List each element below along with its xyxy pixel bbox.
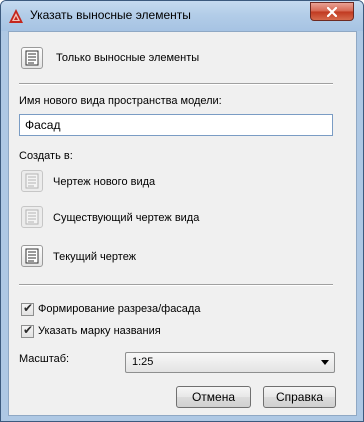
drawing-sheet-icon bbox=[25, 50, 39, 66]
separator bbox=[19, 284, 333, 286]
scale-select[interactable]: 1:25 bbox=[125, 352, 335, 373]
scale-label: Масштаб: bbox=[19, 353, 70, 365]
specify-label-label: Указать марку названия bbox=[38, 325, 161, 337]
close-button[interactable] bbox=[310, 2, 354, 21]
close-icon bbox=[327, 6, 337, 17]
generate-section-label: Формирование разреза/фасада bbox=[38, 303, 201, 315]
callout-only-label: Только выносные элементы bbox=[56, 52, 200, 64]
current-drawing-button[interactable] bbox=[21, 245, 43, 267]
new-view-drawing-label: Чертеж нового вида bbox=[53, 176, 156, 188]
chevron-down-icon bbox=[321, 360, 329, 365]
separator bbox=[19, 83, 333, 85]
current-drawing-label: Текущий чертеж bbox=[53, 251, 137, 263]
existing-view-drawing-label: Существующий чертеж вида bbox=[53, 212, 200, 224]
callout-only-button[interactable] bbox=[21, 47, 43, 69]
existing-view-drawing-button[interactable] bbox=[21, 206, 43, 228]
generate-section-checkbox[interactable]: ✔ bbox=[21, 301, 34, 316]
specify-label-checkbox[interactable]: ✔ bbox=[21, 323, 34, 338]
dialog-window: Указать выносные элементы Только выносны… bbox=[0, 0, 364, 422]
checkmark-icon: ✔ bbox=[23, 301, 34, 315]
cancel-button[interactable]: Отмена bbox=[176, 386, 251, 408]
drawing-sheet-icon bbox=[25, 248, 39, 264]
checkmark-icon: ✔ bbox=[23, 323, 34, 337]
new-view-drawing-button[interactable] bbox=[21, 170, 43, 192]
window-title: Указать выносные элементы bbox=[30, 8, 191, 22]
drawing-sheet-icon bbox=[25, 173, 39, 189]
scale-select-value: 1:25 bbox=[132, 356, 154, 368]
drawing-sheet-icon bbox=[25, 209, 39, 225]
create-in-label: Создать в: bbox=[19, 150, 73, 162]
help-button[interactable]: Справка bbox=[263, 386, 336, 408]
dialog-client-area: Только выносные элементы Имя нового вида… bbox=[8, 31, 357, 416]
autocad-logo-icon bbox=[9, 9, 23, 23]
view-name-label: Имя нового вида пространства модели: bbox=[19, 95, 222, 107]
title-bar[interactable]: Указать выносные элементы bbox=[1, 1, 363, 31]
view-name-input[interactable]: Фасад bbox=[19, 114, 333, 136]
